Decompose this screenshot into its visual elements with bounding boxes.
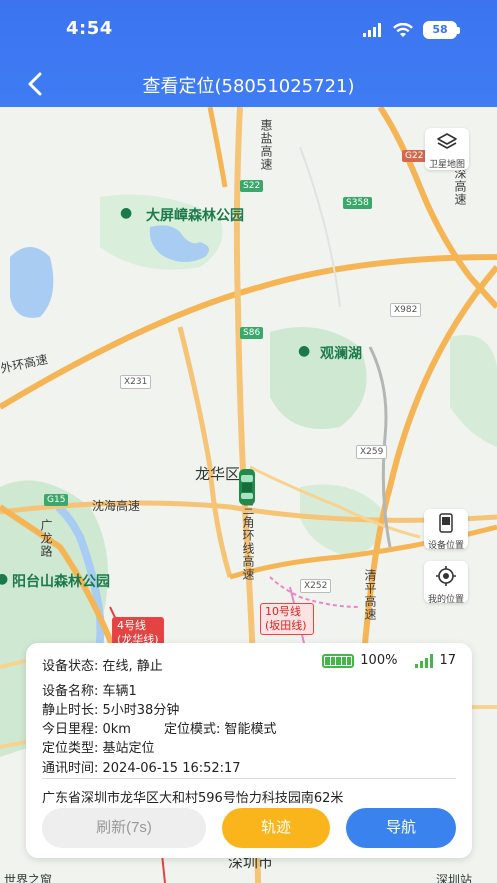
highway-label: 清平高速 (363, 569, 377, 621)
my-location-button[interactable]: 我的位置 (424, 561, 468, 605)
map-label-park2: 阳台山森林公园 (12, 574, 110, 590)
highway-label: 广龙路 (39, 519, 53, 558)
map-label-shenzhen-station: 深圳站 (436, 873, 473, 883)
comm-time: 通讯时间: 2024-06-15 16:52:17 (42, 761, 241, 776)
today-mileage: 今日里程: 0km (42, 722, 131, 737)
map-label-park1: 大屏嶂森林公园 (146, 208, 244, 224)
road-tag: X982 (390, 303, 422, 317)
refresh-button[interactable]: 刷新(7s) (42, 808, 206, 848)
track-button[interactable]: 轨迹 (222, 808, 330, 848)
highway-label: 深高速 (453, 167, 467, 206)
signal-value: 17 (439, 653, 456, 668)
road-tag: X259 (356, 445, 388, 459)
highway-label: 三角环线高速 (241, 503, 255, 581)
navigate-button[interactable]: 导航 (346, 808, 456, 848)
layers-icon (437, 133, 457, 149)
device-name: 设备名称: 车辆1 (42, 684, 137, 699)
my-location-label: 我的位置 (427, 595, 464, 605)
highway-label: 沈海高速 (92, 499, 141, 513)
wifi-icon (393, 22, 413, 37)
layers-label: 卫星地图 (428, 160, 465, 170)
road-tag: S22 (240, 180, 264, 192)
road-tag: X231 (120, 375, 152, 389)
device-info-panel: 设备状态: 在线, 静止 100% 17 设备名称: 车辆1 静止时长: 5小时… (26, 643, 472, 858)
device-battery-icon (322, 653, 355, 668)
metro-label-line10: 10号线(坂田线) (260, 603, 314, 635)
status-icons: 58 (363, 21, 460, 39)
status-time: 4:54 (66, 18, 113, 39)
device-location-button[interactable]: 设备位置 (424, 509, 468, 551)
map-poi-icon: ● (120, 205, 133, 221)
page-title: 查看定位(58051025721) (142, 76, 355, 97)
layers-button[interactable]: 卫星地图 (425, 128, 469, 170)
highway-label: 惠盐高速 (259, 119, 273, 171)
road-tag: X252 (300, 579, 332, 593)
divider (42, 778, 456, 779)
device-address: 广东省深圳市龙华区大和村596号怡力科技园南62米 (42, 791, 344, 806)
road-tag: S358 (343, 197, 372, 209)
device-icon (439, 513, 453, 533)
static-duration: 静止时长: 5小时38分钟 (42, 703, 180, 718)
road-tag: G15 (44, 494, 69, 506)
location-mode: 定位模式: 智能模式 (164, 722, 277, 737)
map-poi-icon: ● (0, 571, 9, 587)
map-poi-icon: ● (298, 343, 311, 359)
device-indicators: 100% 17 (322, 653, 456, 668)
app-header: 4:54 58 查看定位(58051025721) (0, 0, 497, 107)
vehicle-marker-icon[interactable] (237, 467, 257, 507)
location-type: 定位类型: 基站定位 (42, 741, 155, 756)
device-battery-pct: 100% (360, 653, 398, 668)
map-label-lake: 观澜湖 (320, 346, 362, 362)
crosshair-icon (436, 566, 456, 586)
device-location-label: 设备位置 (427, 541, 464, 551)
map-label-world: 世界之窗 (4, 873, 53, 883)
battery-indicator: 58 (423, 21, 460, 39)
signal-strength-icon (415, 653, 434, 668)
road-tag: G22 (402, 150, 427, 162)
device-status: 设备状态: 在线, 静止 (42, 659, 163, 674)
status-bar: 4:54 58 (0, 0, 497, 60)
road-tag: S86 (240, 327, 264, 339)
map-label-district: 龙华区 (195, 465, 241, 483)
cellular-signal-icon (363, 23, 381, 37)
